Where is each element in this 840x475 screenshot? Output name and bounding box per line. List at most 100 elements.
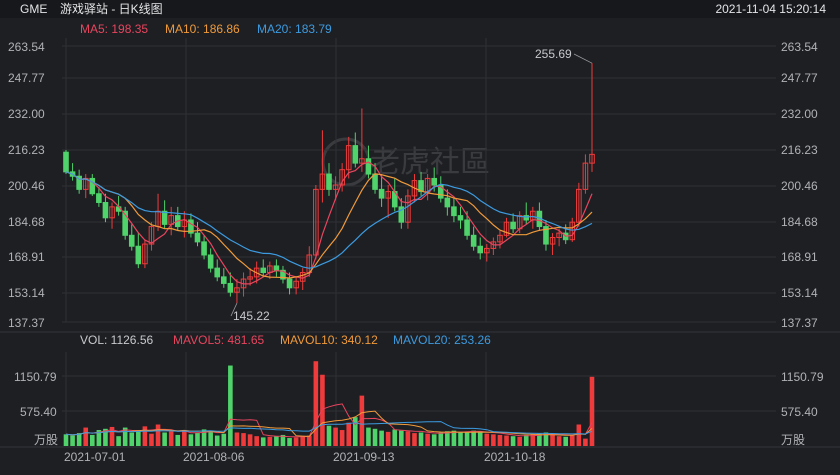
volume-bar — [583, 438, 588, 446]
ma-legend: MA5: 198.35 MA10: 186.86 MA20: 183.79 — [80, 22, 332, 36]
volume-bar — [497, 434, 503, 446]
candle-body — [352, 145, 359, 164]
price-tick-left: 200.46 — [8, 179, 45, 193]
volume-bar — [556, 436, 562, 446]
volume-bar — [293, 437, 299, 446]
volume-bar — [339, 430, 345, 446]
datetime: 2021-11-04 15:20:14 — [715, 2, 826, 16]
volume-bar — [471, 430, 476, 446]
date-tick: 2021-08-06 — [183, 450, 245, 464]
candle-body — [365, 158, 372, 175]
vol-label: VOL: 1126.56 — [80, 333, 153, 347]
mavol10-label: MAVOL10: 340.12 — [280, 333, 378, 347]
price-tick-right: 153.14 — [781, 286, 818, 300]
candle-body — [273, 265, 280, 271]
kline-chart-svg: GME 游戏驿站 - 日K线图 2021-11-04 15:20:14 MA5:… — [0, 0, 840, 470]
volume-bar — [155, 424, 161, 446]
vol-tick-left: 1150.79 — [14, 370, 57, 384]
volume-bar — [254, 436, 259, 446]
volume-bar — [523, 434, 529, 446]
low-annotation: 145.22 — [233, 309, 270, 323]
candle-body — [63, 151, 69, 173]
candle-body — [477, 245, 484, 254]
kline-chart-panel: GME 游戏驿站 - 日K线图 2021-11-04 15:20:14 MA5:… — [0, 0, 840, 470]
volume-bar — [306, 435, 312, 446]
volume-bar — [576, 424, 582, 446]
volume-bar — [149, 433, 154, 446]
volume-bar — [247, 434, 253, 446]
candle-body — [135, 245, 142, 265]
candle-body — [470, 234, 477, 247]
candle-body — [227, 282, 234, 293]
volume-bar — [379, 430, 384, 446]
volume-bar — [116, 436, 121, 446]
vol-tick-left: 575.40 — [20, 405, 57, 419]
candle-body — [214, 267, 221, 278]
volume-bar — [405, 431, 411, 446]
ma5-label: MA5: 198.35 — [80, 22, 148, 36]
candle-body — [326, 173, 332, 190]
high-annotation: 255.69 — [535, 47, 572, 61]
price-tick-right: 247.77 — [781, 71, 818, 85]
candle-body — [161, 210, 168, 225]
vol-tick-right: 1150.79 — [781, 370, 824, 384]
chart-title: 游戏驿站 - 日K线图 — [60, 2, 163, 16]
volume-bar — [569, 435, 575, 446]
vol-unit-right: 万股 — [781, 433, 805, 447]
volume-bar — [313, 361, 319, 446]
mavol20-label: MAVOL20: 253.26 — [393, 333, 491, 347]
price-tick-left: 184.68 — [8, 215, 45, 229]
volume-bar — [550, 434, 555, 446]
price-tick-right: 263.54 — [781, 40, 818, 54]
vol-legend: VOL: 1126.56 MAVOL5: 481.65 MAVOL10: 340… — [80, 333, 491, 347]
mavol5-label: MAVOL5: 481.65 — [173, 333, 264, 347]
candle-body — [457, 215, 464, 221]
volume-bar — [333, 427, 338, 446]
volume-bar — [359, 395, 365, 446]
volume-bar — [326, 425, 332, 446]
volume-bar — [129, 432, 135, 446]
candle-body — [372, 173, 378, 190]
price-tick-left: 247.77 — [8, 71, 45, 85]
volume-bar — [484, 433, 490, 446]
volume-bar — [175, 434, 181, 446]
volume-bar — [76, 433, 82, 446]
volume-bar — [234, 432, 240, 446]
volume-bar — [274, 436, 279, 446]
price-tick-right: 168.91 — [781, 250, 818, 264]
volume-bar — [267, 436, 273, 446]
volume-bar — [287, 438, 292, 446]
ma20-label: MA20: 183.79 — [257, 22, 332, 36]
candle-body — [510, 221, 516, 230]
candle-body — [220, 276, 227, 284]
volume-bar — [83, 427, 89, 446]
candle-body — [444, 197, 451, 208]
volume-bar — [228, 365, 233, 446]
watermark-text: 老虎社區 — [370, 146, 490, 179]
volume-bar — [425, 433, 430, 446]
price-tick-left: 168.91 — [8, 250, 45, 264]
volume-bar — [431, 434, 437, 446]
volume-bar — [221, 433, 227, 446]
candle-body — [207, 254, 214, 269]
price-tick-right: 184.68 — [781, 215, 818, 229]
volume-bar — [438, 432, 444, 446]
price-tick-left: 137.37 — [8, 316, 45, 330]
volume-bar — [418, 432, 424, 446]
candle-body — [194, 232, 201, 243]
volume-bar — [392, 429, 398, 446]
price-tick-right: 216.23 — [781, 143, 818, 157]
volume-bar — [241, 433, 246, 446]
volume-bar — [589, 376, 595, 446]
date-tick: 2021-10-18 — [484, 450, 546, 464]
volume-bar — [385, 431, 391, 446]
volume-bar — [563, 436, 569, 446]
volume-bar — [195, 432, 200, 446]
volume-bar — [214, 435, 220, 446]
volume-bar — [70, 435, 75, 446]
price-tick-left: 153.14 — [8, 286, 45, 300]
volume-bar — [208, 431, 213, 446]
price-tick-left: 263.54 — [8, 40, 45, 54]
date-tick: 2021-09-13 — [333, 450, 395, 464]
volume-bar — [63, 434, 69, 446]
